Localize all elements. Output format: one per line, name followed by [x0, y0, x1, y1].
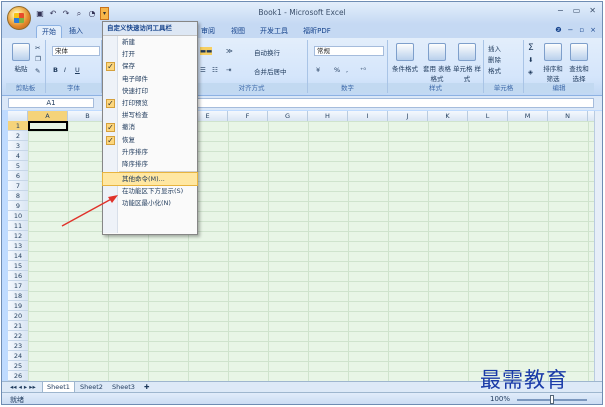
- annotation-arrow: [61, 195, 118, 227]
- watermark: 最需教育: [480, 368, 568, 392]
